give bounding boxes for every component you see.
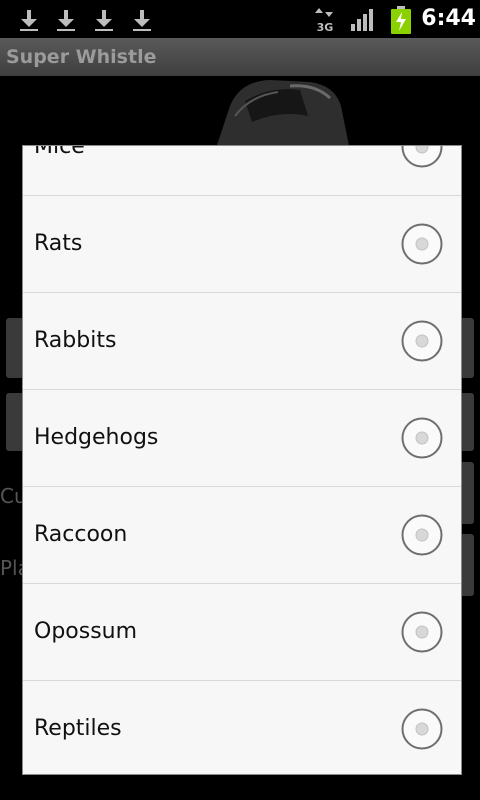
background-field-right xyxy=(460,393,474,451)
download-icon xyxy=(20,10,38,31)
option-rats[interactable]: Rats xyxy=(23,196,461,293)
option-label: Hedgehogs xyxy=(34,425,159,450)
radio-button[interactable] xyxy=(401,320,443,362)
option-label: Rabbits xyxy=(34,328,117,353)
radio-button[interactable] xyxy=(401,708,443,750)
radio-button[interactable] xyxy=(401,223,443,265)
background-button-right xyxy=(460,318,474,378)
option-raccoon[interactable]: Raccoon xyxy=(23,487,461,584)
download-icon xyxy=(133,10,151,31)
network-3g-icon: 3G xyxy=(315,8,334,33)
option-label: Reptiles xyxy=(34,716,122,741)
option-rabbits[interactable]: Rabbits xyxy=(23,293,461,390)
download-icon xyxy=(95,10,113,31)
radio-button[interactable] xyxy=(401,417,443,459)
signal-icon xyxy=(351,9,373,31)
app-title: Super Whistle xyxy=(6,46,157,68)
background-button-right-2 xyxy=(460,462,474,524)
network-type-label: 3G xyxy=(317,21,334,33)
screen: 3G 6:44 Super Whistle Cu Pla Mice Rats R… xyxy=(0,0,480,800)
radio-button[interactable] xyxy=(401,145,443,168)
option-label: Mice xyxy=(34,145,85,159)
download-icon xyxy=(57,10,75,31)
radio-button[interactable] xyxy=(401,514,443,556)
background-button-right-3 xyxy=(460,534,474,596)
battery-charging-icon xyxy=(391,6,411,34)
option-label: Opossum xyxy=(34,619,138,644)
option-mice[interactable]: Mice xyxy=(23,145,461,196)
option-list: Mice Rats Rabbits Hedgehogs Raccoon Opos… xyxy=(23,145,461,774)
animal-selection-dialog: Mice Rats Rabbits Hedgehogs Raccoon Opos… xyxy=(22,145,462,775)
option-reptiles[interactable]: Reptiles xyxy=(23,681,461,774)
option-label: Raccoon xyxy=(34,522,128,547)
status-bar: 3G 6:44 xyxy=(0,0,480,38)
app-title-bar: Super Whistle xyxy=(0,38,480,76)
option-label: Rats xyxy=(34,231,83,256)
radio-button[interactable] xyxy=(401,611,443,653)
whistle-image xyxy=(215,80,350,151)
option-opossum[interactable]: Opossum xyxy=(23,584,461,681)
option-hedgehogs[interactable]: Hedgehogs xyxy=(23,390,461,487)
status-bar-clock: 6:44 xyxy=(421,6,476,31)
